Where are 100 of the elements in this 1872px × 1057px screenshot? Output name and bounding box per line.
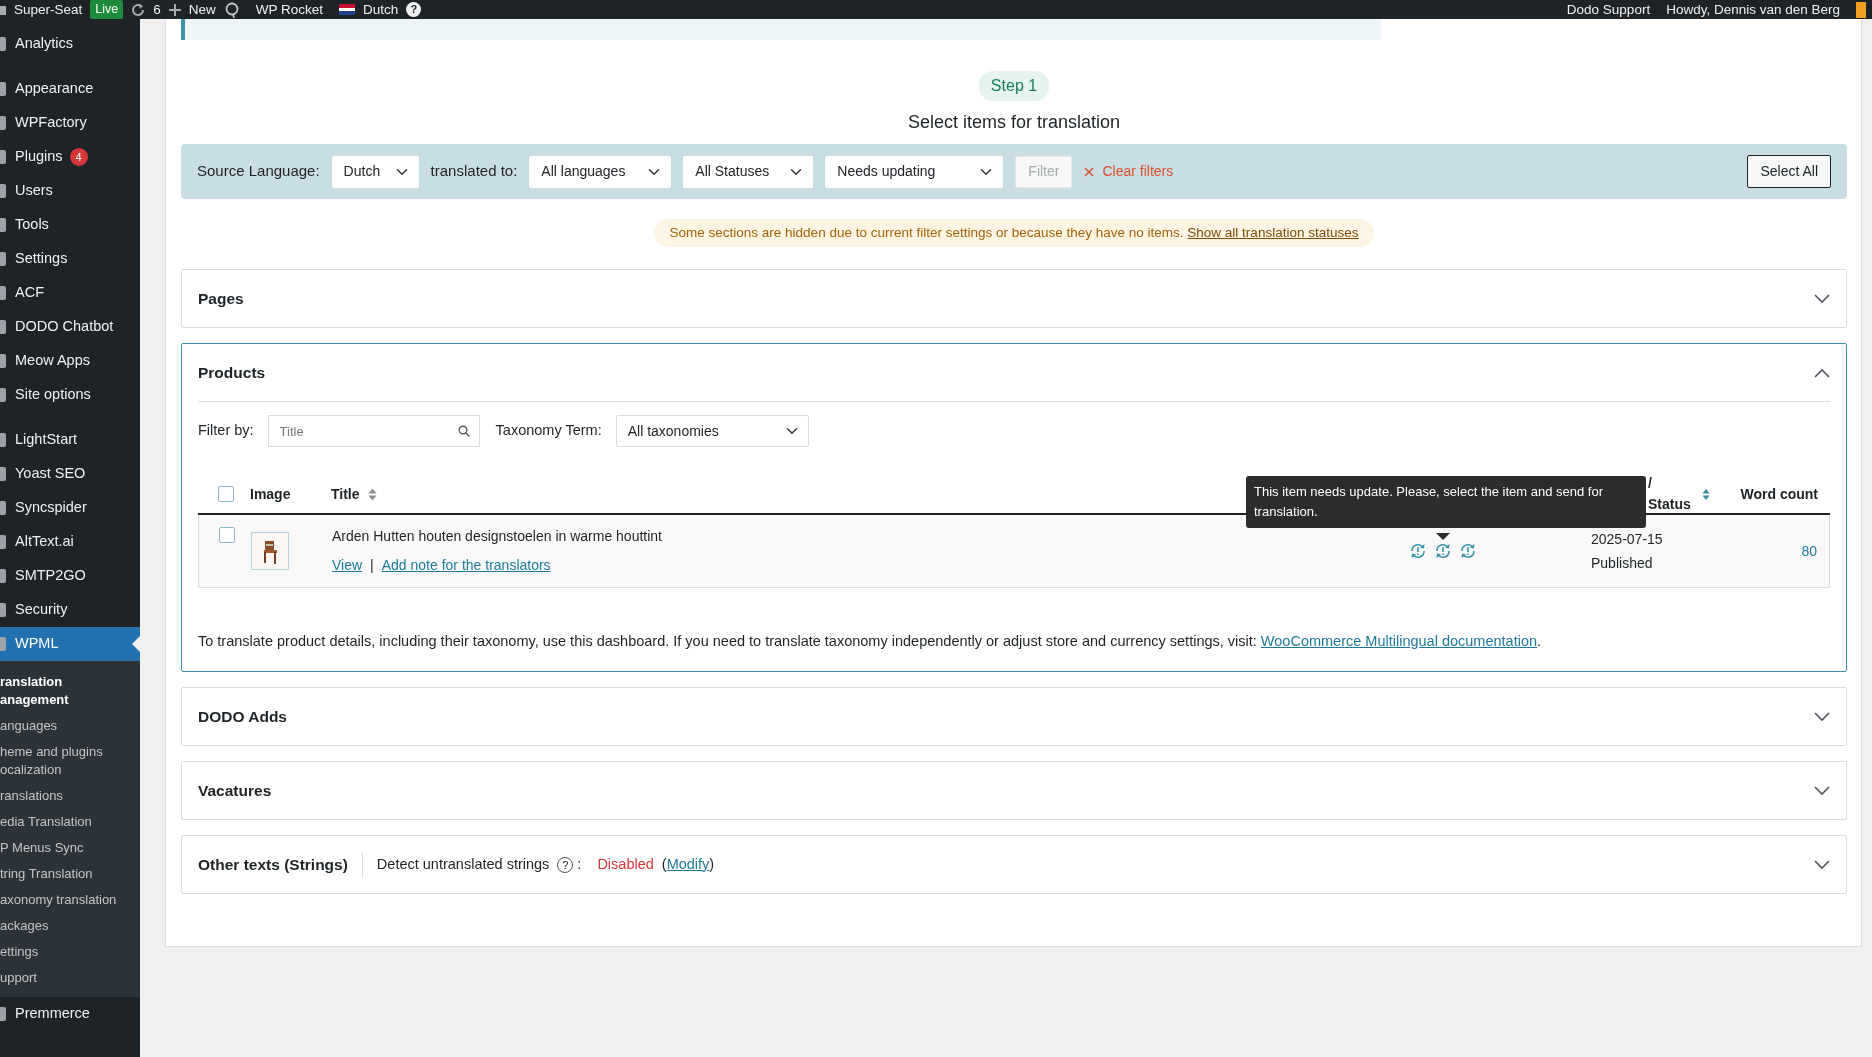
submenu-item[interactable]: ranslation anagement: [0, 669, 100, 713]
sidebar-item[interactable]: Syncspider: [0, 491, 140, 525]
sidebar-item[interactable]: Plugins 4: [0, 140, 140, 174]
translation-status-select[interactable]: Needs updating: [825, 155, 1004, 188]
sidebar-item[interactable]: Meow Apps: [0, 344, 140, 378]
refresh-icon[interactable]: [1409, 542, 1427, 561]
menu-icon: [0, 218, 6, 232]
chat-icon: [223, 1, 240, 18]
modify-link[interactable]: Modify: [666, 855, 710, 872]
sidebar-item[interactable]: Settings: [0, 242, 140, 276]
column-header: Image: [250, 484, 292, 504]
column-header[interactable]: / Status: [1648, 473, 1694, 516]
submenu-item[interactable]: ranslations: [0, 783, 140, 809]
count-badge: 4: [69, 148, 88, 166]
field-label: :: [577, 854, 582, 874]
sidebar-item[interactable]: ACF: [0, 276, 140, 310]
sidebar-item[interactable]: WPML: [0, 627, 140, 661]
submenu-item[interactable]: heme and plugins ocalization: [0, 739, 125, 783]
sidebar-item[interactable]: Site options: [0, 378, 140, 412]
help-icon: ?: [557, 856, 574, 873]
section-title: DODO Adds: [198, 706, 287, 727]
menu-icon: [0, 467, 6, 481]
menu-icon: [0, 433, 6, 447]
menu-icon: [0, 603, 6, 617]
view-link[interactable]: View: [332, 555, 363, 577]
plugin-link[interactable]: WP Rocket: [255, 0, 324, 19]
section-header[interactable]: Products: [182, 344, 1846, 402]
search-field[interactable]: Title: [267, 415, 480, 448]
menu-icon: [0, 535, 6, 549]
status-select[interactable]: All Statuses: [683, 155, 814, 188]
product-title: Arden Hutten houten designstoelen in warme houttint: [332, 527, 663, 547]
submenu-item[interactable]: anguages: [0, 713, 140, 739]
account-link[interactable]: Howdy, Dennis van den Berg: [1666, 0, 1840, 19]
updates-count[interactable]: 6: [153, 0, 161, 19]
section-header[interactable]: Pages: [182, 270, 1846, 328]
sidebar-item[interactable]: Security: [0, 593, 140, 627]
sidebar-item[interactable]: AltText.ai: [0, 525, 140, 559]
sidebar-item[interactable]: Users: [0, 174, 140, 208]
modify-text: (Modify): [661, 854, 715, 874]
chevron-down-icon: [1814, 859, 1830, 870]
menu-icon: [0, 1007, 6, 1021]
submenu-item[interactable]: axonomy translation: [0, 887, 140, 913]
menu-icon: [0, 37, 6, 51]
close-icon: [1084, 166, 1095, 177]
submenu-item[interactable]: P Menus Sync: [0, 835, 140, 861]
sidebar-item[interactable]: Premmerce: [0, 997, 140, 1031]
sidebar-item[interactable]: Yoast SEO: [0, 457, 140, 491]
sidebar-item[interactable]: Analytics: [0, 27, 140, 61]
submenu-item[interactable]: ackages: [0, 913, 140, 939]
new-content-link[interactable]: New: [188, 0, 216, 19]
menu-pointer-icon: [132, 636, 140, 652]
row-checkbox[interactable]: [219, 527, 235, 544]
section-title: Vacatures: [198, 780, 272, 801]
menu-icon: [0, 569, 6, 583]
target-language-select[interactable]: All languages: [529, 155, 672, 188]
show-statuses-link[interactable]: Show all translation statuses: [1187, 225, 1359, 240]
date-text: 2025-07-15: [1591, 529, 1664, 549]
sidebar-item[interactable]: LightStart: [0, 423, 140, 457]
field-label: Filter by:: [198, 421, 254, 441]
select-all-checkbox[interactable]: [218, 486, 234, 503]
refresh-icon[interactable]: [1459, 542, 1477, 561]
field-label: Detect untranslated strings: [376, 854, 550, 874]
sidebar-item[interactable]: DODO Chatbot: [0, 310, 140, 344]
tooltip-text: This item needs update. Please, select the item and send for translation.: [1254, 484, 1604, 520]
chevron-down-icon: [1814, 711, 1830, 722]
source-language-select[interactable]: Dutch: [331, 155, 419, 188]
refresh-icon[interactable]: [1434, 542, 1452, 561]
sort-icon: [1701, 487, 1710, 501]
documentation-link[interactable]: WooCommerce Multilingual documentation: [1260, 633, 1538, 650]
select-all-button[interactable]: Select All: [1747, 155, 1831, 188]
submenu-item[interactable]: edia Translation: [0, 809, 140, 835]
word-count-link[interactable]: 80: [1709, 540, 1829, 562]
sidebar-item[interactable]: SMTP2GO: [0, 559, 140, 593]
sidebar-item[interactable]: WPFactory: [0, 106, 140, 140]
tooltip-pointer: [1436, 533, 1450, 541]
section-header[interactable]: Vacatures: [182, 762, 1846, 819]
support-link[interactable]: Dodo Support: [1566, 0, 1651, 19]
taxonomy-select[interactable]: All taxonomies: [615, 415, 809, 448]
environment-badge: Live: [90, 0, 124, 19]
sidebar-item[interactable]: Tools: [0, 208, 140, 242]
help-text: To translate product details, including their taxonomy, use this dashboard. If you need to translate taxonomy independently or adjust store and currency settings, visit: WooCommerce Multilingual documentation.: [198, 632, 1543, 652]
site-name-link[interactable]: Super-Seat: [14, 0, 83, 19]
section-title: Pages: [198, 289, 244, 310]
menu-icon: [0, 501, 6, 515]
column-header[interactable]: Title: [331, 483, 360, 505]
submenu-item[interactable]: upport: [0, 965, 140, 991]
menu-icon: [0, 252, 6, 266]
submenu-item[interactable]: tring Translation: [0, 861, 140, 887]
submenu-item[interactable]: ettings: [0, 939, 140, 965]
sidebar-item[interactable]: Appearance: [0, 72, 140, 106]
menu-icon: [0, 116, 6, 130]
section-header[interactable]: DODO Adds: [182, 688, 1846, 745]
language-switcher[interactable]: Dutch: [363, 0, 399, 19]
chevron-down-icon: [1814, 785, 1830, 796]
sort-icon: [367, 487, 377, 501]
section-title: Other texts (Strings): [198, 854, 348, 875]
field-label: Source Language:: [197, 161, 320, 182]
section-header[interactable]: Other texts (Strings) Detect untranslated strings ? : Disabled (Modify): [182, 836, 1846, 893]
translator-note-link[interactable]: Add note for the translators: [381, 555, 551, 577]
field-label: Taxonomy Term:: [495, 421, 602, 441]
